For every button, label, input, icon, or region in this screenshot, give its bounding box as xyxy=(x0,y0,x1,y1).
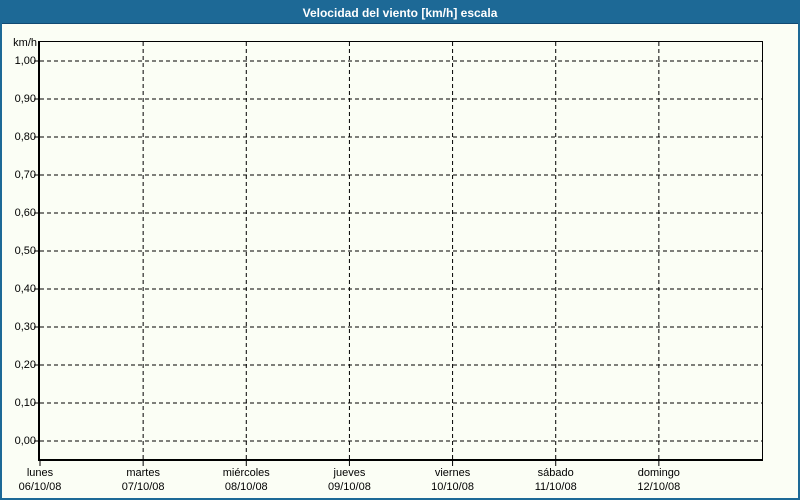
x-tick-day: jueves xyxy=(333,467,366,479)
chart-title: Velocidad del viento [km/h] escala xyxy=(302,6,498,20)
plot-area xyxy=(34,41,763,466)
chart-window: Velocidad del viento [km/h] escala km/h … xyxy=(0,0,800,500)
y-tick-label: 0,30 xyxy=(14,321,36,333)
x-tick-date: 07/10/08 xyxy=(121,481,165,493)
x-tick-date: 12/10/08 xyxy=(637,481,681,493)
y-axis-unit-label: km/h xyxy=(13,37,37,49)
y-tick-label: 0,00 xyxy=(14,435,36,447)
y-tick-label: 0,40 xyxy=(14,283,36,295)
y-tick-label: 0,70 xyxy=(14,169,36,181)
x-tick-day: miércoles xyxy=(222,467,270,479)
x-tick-label: martes 07/10/08 xyxy=(88,466,198,494)
y-tick-label: 0,80 xyxy=(14,131,36,143)
y-tick-label: 1,00 xyxy=(14,55,36,67)
x-tick-label: domingo 12/10/08 xyxy=(604,466,714,494)
x-tick-day: martes xyxy=(126,467,160,479)
x-tick-label: miércoles 08/10/08 xyxy=(191,466,301,494)
y-tick-label: 0,60 xyxy=(14,207,36,219)
y-tick-label: 0,50 xyxy=(14,245,36,257)
x-tick-date: 10/10/08 xyxy=(431,481,474,493)
y-tick-label: 0,20 xyxy=(14,359,36,371)
x-tick-day: viernes xyxy=(434,467,471,479)
x-tick-label: lunes 06/10/08 xyxy=(2,466,95,494)
x-tick-label: viernes 10/10/08 xyxy=(398,466,508,494)
x-tick-day: lunes xyxy=(26,467,54,479)
x-tick-day: sábado xyxy=(537,467,574,479)
x-tick-day: domingo xyxy=(637,467,680,479)
x-tick-label: jueves 09/10/08 xyxy=(294,466,404,494)
y-tick-label: 0,90 xyxy=(14,93,36,105)
x-tick-date: 06/10/08 xyxy=(18,481,62,493)
x-tick-date: 11/10/08 xyxy=(534,481,577,493)
y-tick-label: 0,10 xyxy=(14,397,36,409)
title-bar: Velocidad del viento [km/h] escala xyxy=(2,2,798,24)
x-tick-label: sábado 11/10/08 xyxy=(501,466,611,494)
x-tick-date: 08/10/08 xyxy=(224,481,268,493)
x-tick-date: 09/10/08 xyxy=(328,481,371,493)
